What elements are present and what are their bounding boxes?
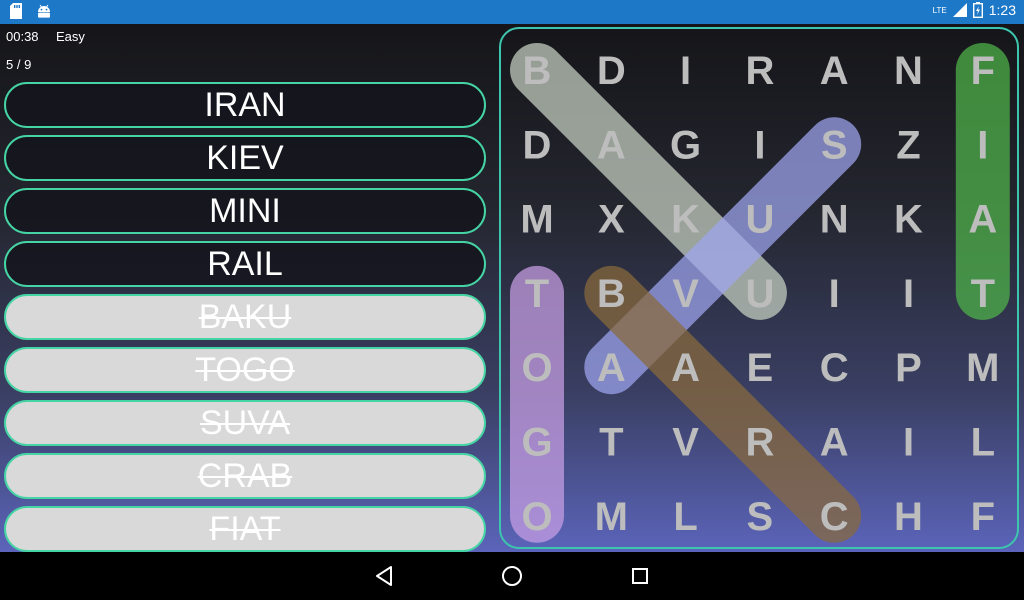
- grid-letter[interactable]: N: [894, 49, 923, 93]
- grid-letter[interactable]: T: [599, 421, 623, 465]
- status-bar: LTE 1:23: [0, 0, 1024, 24]
- grid-letter[interactable]: Z: [896, 123, 920, 167]
- navigation-bar: [0, 552, 1024, 600]
- grid-letter[interactable]: I: [680, 49, 691, 93]
- grid-letter[interactable]: V: [672, 272, 699, 316]
- grid-letter[interactable]: T: [525, 272, 549, 316]
- grid-letter[interactable]: A: [597, 346, 626, 390]
- grid-letter[interactable]: I: [754, 123, 765, 167]
- letter-grid[interactable]: B D I R A N FD A G I S Z IM X K U N K AT B V U I I TO A A E C P MG T V R A…: [499, 27, 1019, 549]
- word-pill: SUVA: [4, 400, 486, 446]
- grid-letter[interactable]: A: [671, 346, 700, 390]
- grid-letter[interactable]: B: [597, 272, 626, 316]
- grid-letter[interactable]: I: [903, 421, 914, 465]
- grid-letter[interactable]: A: [820, 421, 849, 465]
- word-pill: KIEV: [4, 135, 486, 181]
- grid-letter[interactable]: D: [597, 49, 626, 93]
- grid-letter[interactable]: K: [894, 198, 923, 242]
- grid-letter[interactable]: L: [971, 421, 995, 465]
- word-text: RAIL: [207, 244, 283, 283]
- grid-letter[interactable]: R: [745, 49, 774, 93]
- word-pill: TOGO: [4, 347, 486, 393]
- word-pill: IRAN: [4, 82, 486, 128]
- word-text: KIEV: [206, 138, 284, 177]
- home-icon[interactable]: [500, 564, 524, 588]
- word-list: IRAN KIEV MINI RAIL BAKU TOGO SUVA CRAB …: [4, 82, 486, 552]
- grid-letter[interactable]: I: [903, 272, 914, 316]
- grid-letter[interactable]: B: [523, 49, 552, 93]
- grid-letter[interactable]: F: [971, 495, 995, 539]
- grid-letter[interactable]: I: [829, 272, 840, 316]
- word-pill: MINI: [4, 188, 486, 234]
- network-label: LTE: [932, 5, 947, 15]
- grid-letter[interactable]: X: [598, 198, 625, 242]
- grid-letter[interactable]: S: [821, 123, 848, 167]
- grid-letter[interactable]: A: [968, 198, 997, 242]
- battery-icon: [972, 2, 983, 18]
- grid-letter[interactable]: L: [673, 495, 697, 539]
- difficulty-label: Easy: [56, 29, 85, 44]
- recents-icon[interactable]: [630, 564, 650, 588]
- found-word-highlight-crab: [584, 265, 862, 543]
- back-icon[interactable]: [374, 564, 394, 588]
- grid-letter[interactable]: O: [521, 346, 552, 390]
- grid-letter[interactable]: P: [895, 346, 922, 390]
- grid-letter[interactable]: R: [745, 421, 774, 465]
- found-progress: 5 / 9: [6, 57, 32, 72]
- timer: 00:38: [6, 29, 39, 44]
- grid-letter[interactable]: C: [820, 495, 849, 539]
- grid-letter[interactable]: E: [747, 346, 774, 390]
- grid-letter[interactable]: G: [670, 123, 701, 167]
- word-text: BAKU: [198, 297, 292, 336]
- word-pill: BAKU: [4, 294, 486, 340]
- signal-icon: [952, 3, 967, 17]
- grid-letter[interactable]: T: [971, 272, 995, 316]
- status-time: 1:23: [988, 2, 1016, 18]
- word-text: FIAT: [209, 509, 281, 548]
- grid-letter[interactable]: G: [521, 421, 552, 465]
- grid-letter[interactable]: H: [894, 495, 923, 539]
- grid-letter[interactable]: M: [520, 198, 553, 242]
- grid-letter[interactable]: D: [523, 123, 552, 167]
- grid-letter[interactable]: C: [820, 346, 849, 390]
- word-text: CRAB: [197, 456, 293, 495]
- grid-letter[interactable]: V: [672, 421, 699, 465]
- grid-letter[interactable]: A: [820, 49, 849, 93]
- sd-card-icon: [10, 3, 22, 19]
- word-text: IRAN: [204, 85, 286, 124]
- grid-letter[interactable]: U: [745, 198, 774, 242]
- android-icon: [38, 4, 50, 18]
- grid-letter[interactable]: F: [971, 49, 995, 93]
- word-text: TOGO: [195, 350, 295, 389]
- word-text: SUVA: [199, 403, 291, 442]
- grid-letter[interactable]: A: [597, 123, 626, 167]
- word-pill: FIAT: [4, 506, 486, 552]
- grid-letter[interactable]: M: [966, 346, 999, 390]
- grid-letter[interactable]: S: [747, 495, 774, 539]
- grid-letter[interactable]: I: [977, 123, 988, 167]
- word-text: MINI: [209, 191, 281, 230]
- word-pill: CRAB: [4, 453, 486, 499]
- word-pill: RAIL: [4, 241, 486, 287]
- grid-letter[interactable]: N: [820, 198, 849, 242]
- grid-letter[interactable]: U: [745, 272, 774, 316]
- game-screen: 00:38 Easy 5 / 9 IRAN KIEV MINI RAIL BAK…: [0, 24, 1024, 552]
- grid-letter[interactable]: O: [521, 495, 552, 539]
- grid-letter[interactable]: K: [671, 198, 700, 242]
- grid-letter[interactable]: M: [595, 495, 628, 539]
